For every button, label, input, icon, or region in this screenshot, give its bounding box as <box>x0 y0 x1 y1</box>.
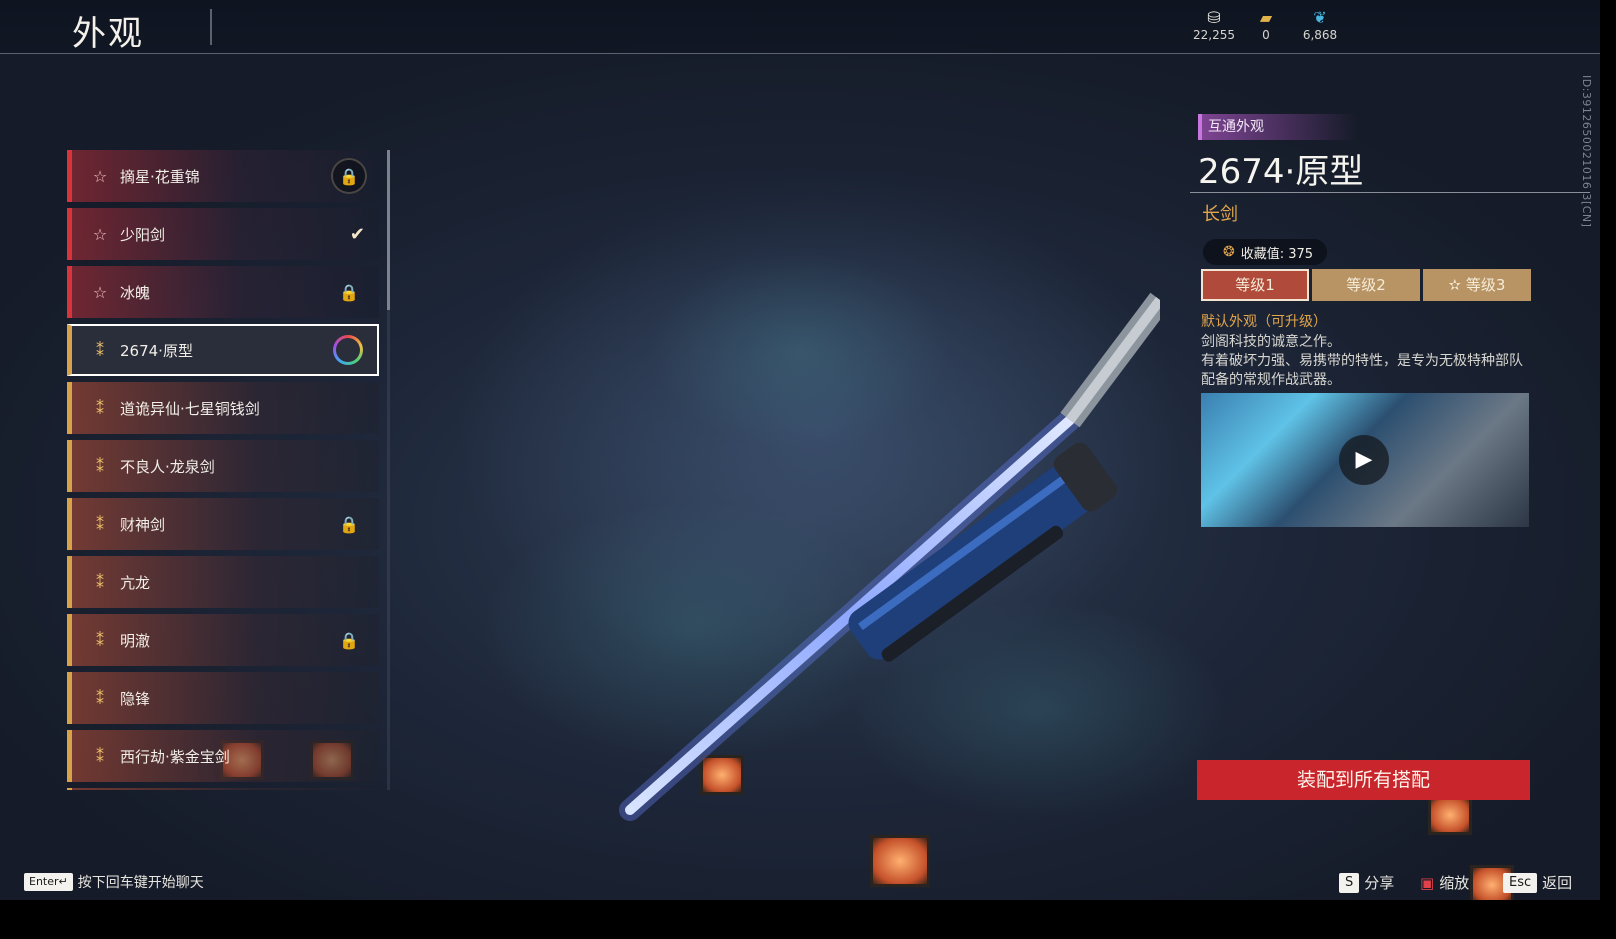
chat-hint-label: 按下回车键开始聊天 <box>77 875 204 891</box>
collection-icon: ❂ <box>1223 244 1235 260</box>
list-item[interactable]: ⁑ 道诡异仙·七星铜钱剑 <box>67 382 379 434</box>
rarity-icon: ⁑ <box>96 398 104 418</box>
play-icon[interactable]: ▶ <box>1339 435 1389 485</box>
rarity-icon: ⁑ <box>96 340 104 360</box>
description-heading: 默认外观（可升级） <box>1201 314 1327 330</box>
checkmark-icon: ✔ <box>349 223 365 245</box>
list-item[interactable]: ⁑ 明澈 🔒 <box>67 614 379 666</box>
rarity-icon: ⁑ <box>96 746 104 766</box>
tab-level-1[interactable]: 等级1 <box>1201 269 1309 301</box>
star-icon: ✫ <box>1448 276 1466 294</box>
weapon-type: 长剑 <box>1202 204 1238 225</box>
list-item[interactable]: ☆ 少阳剑 ✔ <box>67 208 379 260</box>
currency-feathers[interactable]: ❦ 6,868 <box>1290 8 1350 42</box>
currency-tickets[interactable]: ▰ 0 <box>1236 8 1296 42</box>
item-name: 西行劫·紫金宝剑 <box>120 747 230 766</box>
top-divider <box>0 53 1600 54</box>
lock-icon: 🔒 <box>339 282 359 302</box>
tab-level-3[interactable]: ✫ 等级3 <box>1423 269 1531 301</box>
collection-value-badge: ❂ 收藏值: 375 <box>1203 239 1328 265</box>
description: 剑阁科技的诚意之作。 有着破坏力强、易携带的特性，是专为无极特种部队配备的常规作… <box>1201 333 1536 390</box>
lock-icon: 🔒 <box>339 630 359 650</box>
star-icon: ☆ <box>92 282 108 302</box>
share-action[interactable]: S 分享 <box>1339 872 1394 893</box>
share-label: 分享 <box>1364 874 1395 892</box>
page-title: 外观 <box>72 14 144 54</box>
lantern-decor <box>870 835 930 887</box>
collection-value: 收藏值: 375 <box>1240 246 1314 262</box>
back-action[interactable]: Esc 返回 <box>1503 872 1572 893</box>
esc-key-icon: Esc <box>1503 872 1538 893</box>
item-name: 亢龙 <box>120 573 151 592</box>
zoom-action[interactable]: ▣ 缩放 <box>1420 872 1469 893</box>
title-underline <box>1190 192 1590 193</box>
player-id: ID:3912650021016 3[CN] <box>1580 75 1593 228</box>
list-item[interactable]: ⁑ 隐锋 <box>67 672 379 724</box>
currency-value: 6,868 <box>1302 28 1338 42</box>
star-icon: ☆ <box>92 224 108 244</box>
top-bar <box>0 0 1600 54</box>
list-item[interactable]: ☆ 冰魄 🔒 <box>67 266 379 318</box>
title-divider <box>210 9 212 45</box>
enter-key-icon: Enter↵ <box>24 873 73 891</box>
rarity-icon: ⁑ <box>96 572 104 592</box>
item-name: 道诡异仙·七星铜钱剑 <box>120 399 260 418</box>
list-item-selected[interactable]: ⁑ 2674·原型 <box>67 324 379 376</box>
item-name: 隐锋 <box>120 689 151 708</box>
list-item[interactable] <box>67 788 379 790</box>
feather-icon: ❦ <box>1313 8 1327 27</box>
crossplay-tag: 互通外观 <box>1198 114 1358 140</box>
currency-value: 22,255 <box>1193 28 1235 42</box>
list-item[interactable]: ☆ 摘星·花重锦 🔒 <box>67 150 379 202</box>
list-scroll-thumb[interactable] <box>387 150 390 310</box>
level-tabs: 等级1 等级2 ✫ 等级3 <box>1201 269 1534 301</box>
chat-hint[interactable]: Enter↵ 按下回车键开始聊天 <box>24 872 204 892</box>
item-name: 不良人·龙泉剑 <box>120 457 215 476</box>
item-name: 冰魄 <box>120 283 151 302</box>
item-name: 财神剑 <box>120 515 166 534</box>
tab-label: 等级3 <box>1465 276 1506 294</box>
currency-value: 0 <box>1262 28 1270 42</box>
item-name: 明澈 <box>120 631 151 650</box>
list-item[interactable]: ⁑ 财神剑 🔒 <box>67 498 379 550</box>
lock-icon: 🔒 <box>333 160 365 192</box>
s-key-icon: S <box>1339 872 1360 893</box>
list-item[interactable]: ⁑ 西行劫·紫金宝剑 <box>67 730 379 782</box>
item-name: 2674·原型 <box>120 341 193 360</box>
skin-list: ☆ 摘星·花重锦 🔒 ☆ 少阳剑 ✔ ☆ 冰魄 🔒 ⁑ 2674·原型 ⁑ 道诡… <box>67 150 381 790</box>
weapon-preview[interactable] <box>600 270 1160 830</box>
color-wheel-icon <box>333 335 363 365</box>
mouse-icon: ▣ <box>1420 873 1435 892</box>
rarity-icon: ⁑ <box>96 514 104 534</box>
item-name: 少阳剑 <box>120 225 166 244</box>
rarity-icon: ⁑ <box>96 630 104 650</box>
item-title: 2674·原型 <box>1198 152 1364 192</box>
preview-video[interactable]: ▶ <box>1201 393 1529 527</box>
rarity-icon: ⁑ <box>96 456 104 476</box>
item-name: 摘星·花重锦 <box>120 167 200 186</box>
lantern-decor <box>1428 795 1472 835</box>
rarity-icon: ⁑ <box>96 688 104 708</box>
equip-all-button[interactable]: 装配到所有搭配 <box>1197 760 1530 800</box>
list-item[interactable]: ⁑ 不良人·龙泉剑 <box>67 440 379 492</box>
lock-icon: 🔒 <box>339 514 359 534</box>
currency-coins[interactable]: ⛁ 22,255 <box>1184 8 1244 42</box>
description-line: 剑阁科技的诚意之作。 <box>1201 334 1341 350</box>
zoom-label: 缩放 <box>1439 874 1470 892</box>
star-icon: ☆ <box>92 166 108 186</box>
list-item[interactable]: ⁑ 亢龙 <box>67 556 379 608</box>
description-line: 有着破坏力强、易携带的特性，是专为无极特种部队配备的常规作战武器。 <box>1201 353 1523 388</box>
coin-stack-icon: ⛁ <box>1207 8 1221 27</box>
tab-level-2[interactable]: 等级2 <box>1312 269 1420 301</box>
ticket-icon: ▰ <box>1259 8 1273 27</box>
back-label: 返回 <box>1542 874 1573 892</box>
